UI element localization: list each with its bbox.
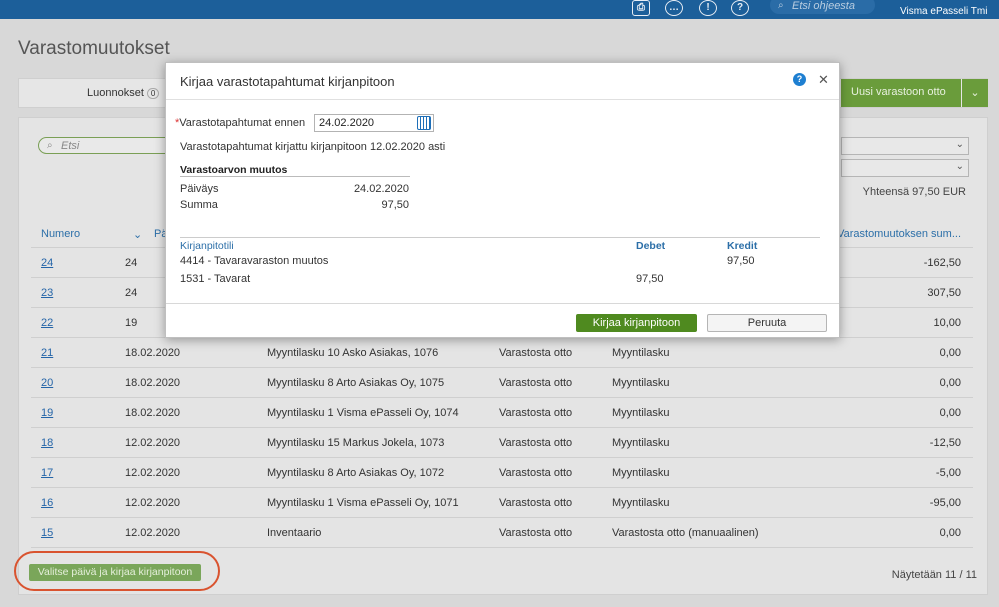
date-input[interactable]: 24.02.2020 [314, 114, 434, 132]
entry-debit: 97,50 [636, 273, 664, 285]
close-icon[interactable]: ✕ [818, 72, 829, 88]
column-header-debit: Debet [636, 240, 666, 252]
dialog-footer: Kirjaa kirjanpitoon Peruuta [166, 303, 839, 338]
section-title: Varastoarvon muutos [180, 164, 288, 176]
date-field-label: *Varastotapahtumat ennen [175, 117, 306, 129]
section-divider [180, 176, 410, 177]
date-input-value: 24.02.2020 [319, 117, 375, 129]
column-header-credit: Kredit [727, 240, 758, 252]
entry-credit: 97,50 [727, 255, 755, 267]
entry-account: 1531 - Tavarat [180, 273, 251, 285]
help-icon[interactable]: ? [793, 73, 806, 86]
accounts-divider [180, 237, 820, 238]
posted-until-info: Varastotapahtumat kirjattu kirjanpitoon … [180, 141, 446, 153]
post-to-accounting-button[interactable]: Kirjaa kirjanpitoon [576, 314, 697, 332]
dialog-header: Kirjaa varastotapahtumat kirjanpitoon ? … [166, 63, 839, 100]
dialog-title: Kirjaa varastotapahtumat kirjanpitoon [180, 74, 395, 89]
column-header-account: Kirjanpitotili [180, 240, 234, 252]
cancel-button[interactable]: Peruuta [707, 314, 827, 332]
post-to-accounting-dialog: Kirjaa varastotapahtumat kirjanpitoon ? … [165, 62, 840, 338]
calendar-icon[interactable] [417, 116, 431, 130]
entry-account: 4414 - Tavaravaraston muutos [180, 255, 329, 267]
